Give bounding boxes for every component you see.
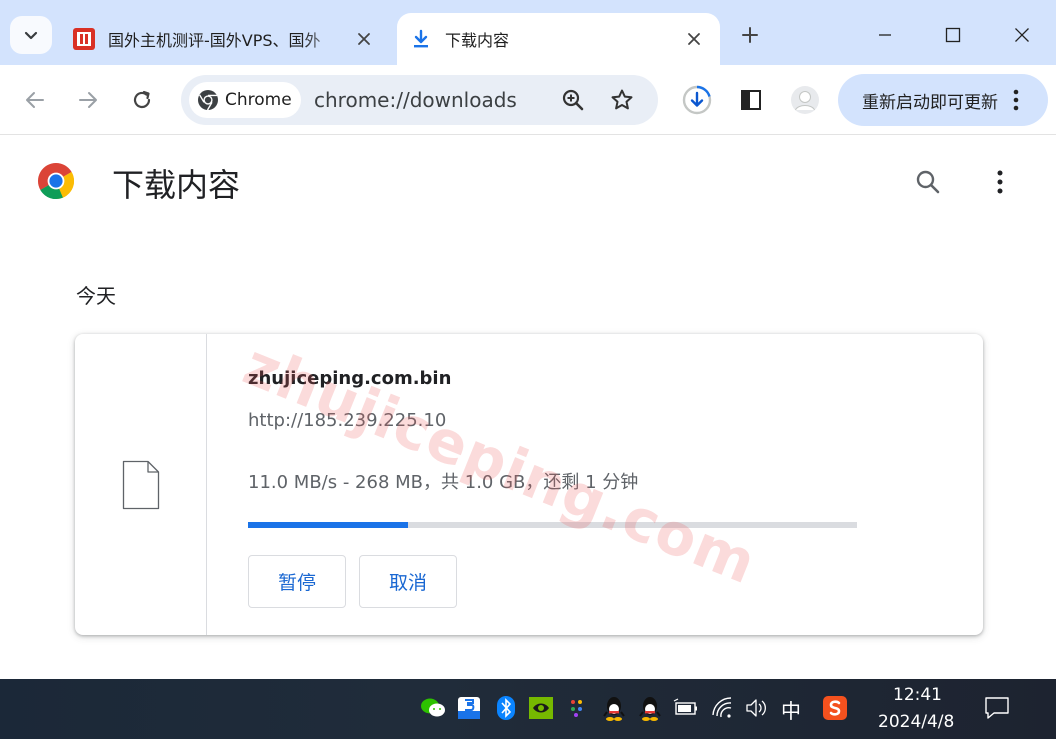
close-icon — [1015, 28, 1029, 42]
maximize-button[interactable] — [936, 18, 970, 52]
back-button[interactable] — [19, 84, 51, 116]
downloads-button[interactable] — [681, 84, 713, 116]
zoom-button[interactable] — [558, 85, 588, 115]
file-name[interactable]: zhujiceping.com.bin — [248, 368, 451, 389]
reload-button[interactable] — [126, 84, 158, 116]
bookmark-button[interactable] — [607, 85, 637, 115]
notification-icon — [985, 697, 1009, 719]
file-icon — [122, 460, 160, 510]
taskbar: 中 12:41 2024/4/8 — [0, 679, 1056, 739]
update-relaunch-button[interactable]: 重新启动即可更新 — [838, 74, 1048, 126]
clock-time[interactable]: 12:41 — [893, 685, 942, 705]
download-progress-bar — [248, 522, 857, 528]
maximize-icon — [945, 27, 961, 43]
menu-button[interactable] — [1006, 85, 1026, 115]
side-panel-button[interactable] — [735, 84, 767, 116]
tab-search-button[interactable] — [10, 16, 52, 54]
toolbar: Chrome chrome://downloads 重新启动即可更新 — [0, 65, 1056, 135]
color-dots-icon[interactable] — [565, 695, 591, 721]
tab-zhujiceping[interactable]: 国外主机测评-国外VPS、国外 — [60, 13, 390, 65]
tab-title: 下载内容 — [445, 31, 510, 50]
more-vertical-icon — [997, 170, 1003, 194]
chrome-logo-icon — [198, 90, 218, 111]
minimize-button[interactable] — [868, 18, 902, 52]
minimize-icon — [879, 34, 891, 36]
address-bar[interactable]: Chrome chrome://downloads — [181, 75, 658, 125]
qq-icon[interactable] — [601, 695, 627, 721]
file-icon-pane — [75, 334, 207, 635]
chrome-logo-icon — [37, 163, 75, 200]
profile-button[interactable] — [789, 84, 821, 116]
battery-icon[interactable] — [673, 695, 699, 721]
nvidia-icon[interactable] — [528, 695, 554, 721]
tab-close-button[interactable] — [350, 25, 378, 53]
notification-button[interactable] — [984, 695, 1010, 721]
pause-button[interactable]: 暂停 — [248, 555, 346, 608]
bluetooth-icon[interactable] — [493, 695, 519, 721]
close-icon — [688, 33, 700, 45]
zoom-in-icon — [562, 89, 584, 111]
star-icon — [611, 89, 633, 110]
reload-icon — [133, 90, 151, 109]
ime-indicator[interactable]: 中 — [781, 695, 801, 724]
cancel-button[interactable]: 取消 — [359, 555, 457, 608]
window-close-button[interactable] — [1005, 18, 1039, 52]
tab-downloads[interactable]: 下载内容 — [397, 13, 720, 65]
chevron-down-icon — [24, 31, 38, 40]
page-menu-button[interactable] — [988, 166, 1012, 198]
source-url[interactable]: http://185.239.225.10 — [248, 410, 446, 431]
downloads-header: 下载内容 — [0, 136, 1056, 226]
arrow-left-icon — [26, 92, 44, 108]
arrow-right-icon — [79, 92, 97, 108]
download-status: 11.0 MB/s - 268 MB，共 1.0 GB，还剩 1 分钟 — [248, 472, 639, 493]
sogou-ime-icon[interactable] — [822, 695, 848, 721]
update-label: 重新启动即可更新 — [862, 92, 998, 113]
date-section-label: 今天 — [76, 284, 116, 308]
app-360-icon[interactable] — [456, 695, 482, 721]
download-item-card: zhujiceping.com.bin http://185.239.225.1… — [75, 334, 983, 635]
wifi-icon[interactable] — [710, 695, 736, 721]
progress-fill — [248, 522, 408, 528]
site-favicon-icon — [72, 27, 96, 51]
volume-icon[interactable] — [744, 695, 770, 721]
forward-button[interactable] — [72, 84, 104, 116]
download-icon — [409, 27, 433, 51]
tab-strip: 国外主机测评-国外VPS、国外 下载内容 — [0, 0, 1056, 65]
tab-close-button[interactable] — [680, 25, 708, 53]
more-vertical-icon — [1013, 89, 1019, 111]
download-progress-icon — [682, 85, 712, 115]
page-title: 下载内容 — [112, 166, 241, 204]
search-icon — [916, 170, 940, 194]
clock-date[interactable]: 2024/4/8 — [878, 712, 954, 732]
close-icon — [358, 33, 370, 45]
avatar-icon — [791, 86, 819, 114]
side-panel-icon — [741, 90, 761, 110]
plus-icon — [742, 27, 758, 43]
wechat-icon[interactable] — [420, 695, 446, 721]
url-text[interactable]: chrome://downloads — [314, 88, 517, 112]
tab-title: 国外主机测评-国外VPS、国外 — [108, 31, 321, 50]
search-downloads-button[interactable] — [912, 166, 944, 198]
new-tab-button[interactable] — [735, 20, 765, 50]
site-info-chip[interactable]: Chrome — [189, 82, 301, 118]
chip-label: Chrome — [225, 90, 292, 110]
qq-icon[interactable] — [637, 695, 663, 721]
